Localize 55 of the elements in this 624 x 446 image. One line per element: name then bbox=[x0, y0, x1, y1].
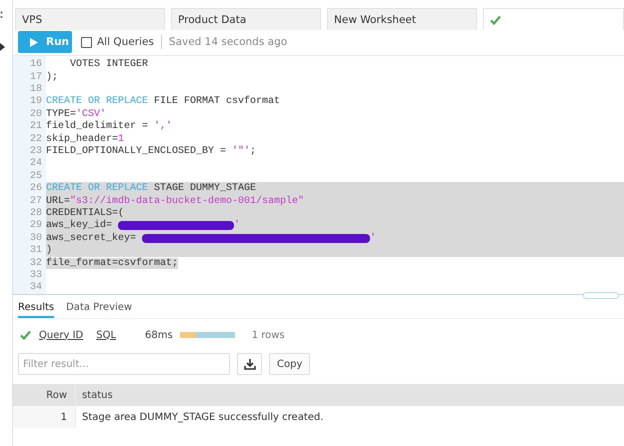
copy-button[interactable]: Copy bbox=[269, 353, 310, 375]
line-number: 19 bbox=[28, 96, 43, 108]
code-line: skip_header=1 bbox=[46, 134, 124, 145]
filter-field[interactable]: Filter result... bbox=[18, 353, 230, 375]
duration-text: 68ms bbox=[145, 330, 173, 340]
code-line: ' bbox=[234, 220, 240, 232]
results-tab[interactable]: Data Preview bbox=[66, 300, 132, 318]
code-line: ) bbox=[46, 245, 52, 256]
line-number: 18 bbox=[28, 84, 43, 96]
code-line: aws_key_id= bbox=[46, 220, 114, 232]
worksheet-tab[interactable]: New Worksheet bbox=[327, 8, 477, 30]
line-number: 16 bbox=[28, 59, 43, 70]
checkbox-label[interactable]: All Queries bbox=[97, 36, 154, 48]
column-header[interactable]: status bbox=[75, 384, 624, 406]
code-line: ' bbox=[370, 232, 376, 244]
worksheet-tab[interactable]: Product Data bbox=[171, 8, 321, 30]
play-icon bbox=[30, 38, 38, 47]
row-number: 1 bbox=[13, 406, 75, 428]
code-line: URL="s3://imdb-data-bucket-demo-001/sample" bbox=[46, 196, 304, 207]
download-button[interactable] bbox=[237, 353, 262, 375]
line-number: 24 bbox=[28, 158, 43, 170]
code-line: VOTES INTEGER bbox=[69, 59, 148, 70]
line-number: 23 bbox=[28, 146, 43, 157]
code-line: CREDENTIALS=( bbox=[46, 208, 124, 219]
line-number: 22 bbox=[28, 134, 43, 145]
code-line: aws_secret_key= bbox=[46, 232, 138, 244]
row-count: 1 rows bbox=[252, 330, 285, 340]
handle-icon[interactable] bbox=[0, 11, 3, 19]
code-line: FIELD_OPTIONALLY_ENCLOSED_BY = '"'; bbox=[46, 146, 256, 157]
line-number: 32 bbox=[28, 258, 43, 269]
results-tab[interactable]: Results bbox=[18, 300, 54, 318]
column-header[interactable]: Row bbox=[13, 384, 75, 406]
table-cell: Stage area DUMMY_STAGE successfully created. bbox=[75, 406, 624, 428]
line-number: 34 bbox=[28, 282, 43, 294]
code-line: CREATE OR REPLACE STAGE DUMMY_STAGE bbox=[46, 183, 256, 194]
line-number: 25 bbox=[28, 170, 43, 182]
code-line: file_format=csvformat; bbox=[46, 258, 178, 269]
line-number: 20 bbox=[28, 108, 43, 120]
timing-bar bbox=[180, 332, 235, 338]
sql-link[interactable]: SQL bbox=[96, 330, 116, 340]
arrow-icon bbox=[0, 43, 5, 51]
query-id-link[interactable]: Query ID bbox=[39, 330, 84, 340]
resize-handle[interactable] bbox=[583, 292, 619, 299]
line-number: 33 bbox=[28, 270, 43, 281]
checkbox[interactable] bbox=[81, 36, 92, 48]
code-line: ); bbox=[46, 72, 58, 83]
code-line: TYPE='CSV' bbox=[46, 108, 106, 120]
line-number: 21 bbox=[28, 121, 43, 132]
code-line: CREATE OR REPLACE FILE FORMAT csvformat bbox=[46, 96, 280, 108]
check-icon bbox=[490, 14, 501, 24]
code-line: field_delimiter = ',' bbox=[46, 121, 172, 132]
worksheet-tab[interactable]: VPS bbox=[15, 8, 165, 30]
saved-status: Saved 14 seconds ago bbox=[168, 36, 288, 48]
download-icon bbox=[244, 358, 256, 370]
line-number: 17 bbox=[28, 72, 43, 83]
